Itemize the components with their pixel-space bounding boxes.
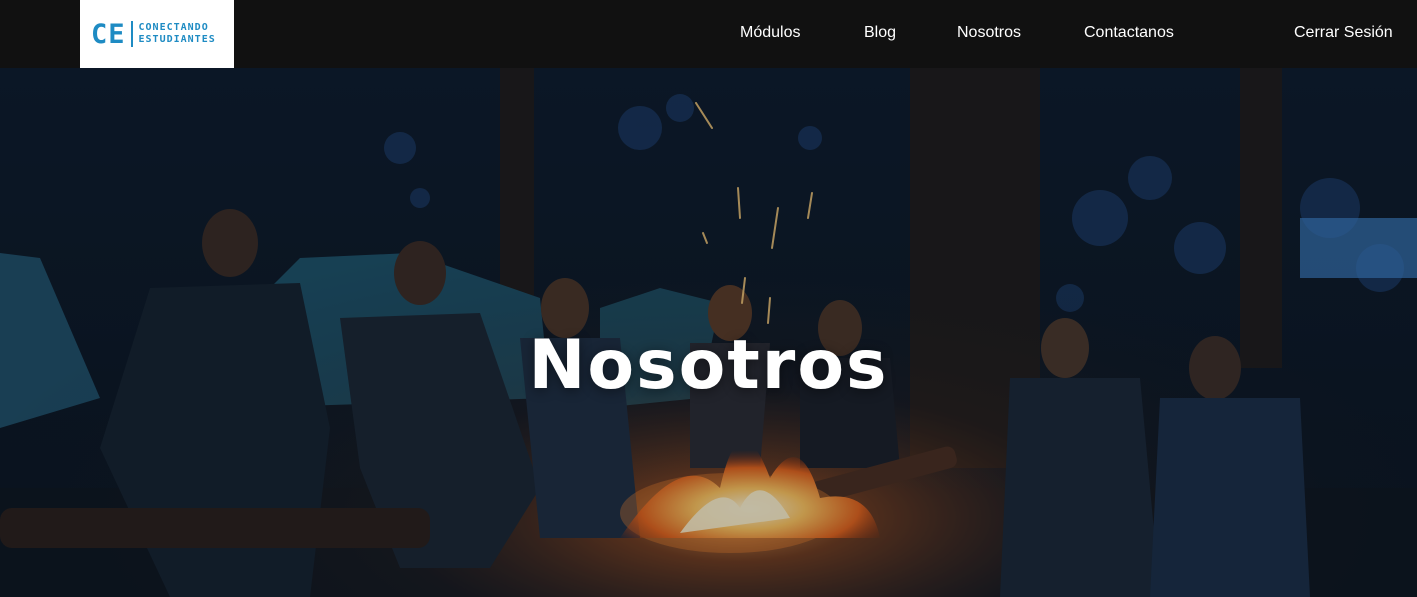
logo-line-2: ESTUDIANTES bbox=[138, 34, 216, 45]
logout-link[interactable]: Cerrar Sesión bbox=[1294, 22, 1393, 44]
logo-wordmark: CONECTANDO ESTUDIANTES bbox=[139, 22, 216, 46]
hero-title: Nosotros bbox=[528, 326, 889, 405]
brand-logo[interactable]: CE CONECTANDO ESTUDIANTES bbox=[80, 0, 234, 68]
top-navbar: CE CONECTANDO ESTUDIANTES Módulos Blog N… bbox=[0, 0, 1417, 68]
logo-mark: CE bbox=[91, 18, 126, 50]
hero-banner: Nosotros bbox=[0, 68, 1417, 597]
nav-link-modulos[interactable]: Módulos bbox=[740, 22, 800, 44]
logo-line-1: CONECTANDO bbox=[138, 22, 209, 33]
logo-divider bbox=[130, 21, 133, 47]
nav-link-blog[interactable]: Blog bbox=[864, 22, 896, 44]
nav-link-nosotros[interactable]: Nosotros bbox=[957, 22, 1021, 44]
nav-link-contactanos[interactable]: Contactanos bbox=[1084, 22, 1174, 44]
